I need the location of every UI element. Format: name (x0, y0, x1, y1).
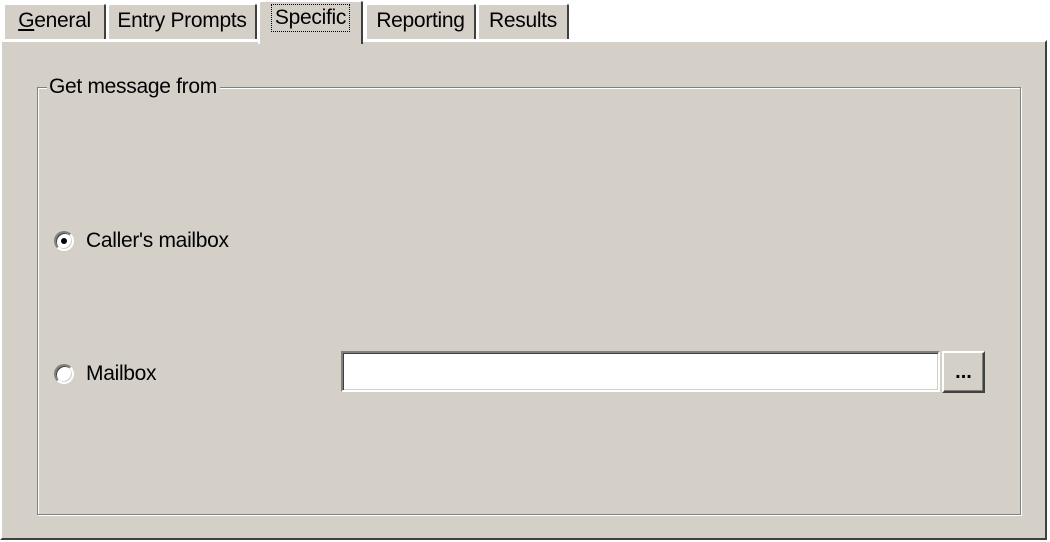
dialog: General Entry Prompts Specific Reporting… (0, 0, 1050, 542)
tab-general[interactable]: General (3, 3, 106, 39)
radio-dot-icon (61, 238, 67, 244)
tab-results[interactable]: Results (477, 3, 569, 39)
mailbox-input[interactable] (341, 351, 940, 392)
tab-specific[interactable]: Specific (258, 0, 363, 44)
radio-mailbox-label[interactable]: Mailbox (86, 362, 157, 386)
group-title: Get message from (47, 75, 220, 99)
radio-mailbox[interactable]: Mailbox (54, 362, 157, 386)
tab-general-mnemonic: G (18, 9, 35, 32)
browse-button[interactable]: ... (942, 351, 985, 393)
tab-specific-label: Specific (270, 4, 351, 32)
tab-entry-prompts-label: Entry Prompts (117, 9, 247, 32)
radio-button-unchecked[interactable] (54, 364, 74, 384)
tab-entry-prompts[interactable]: Entry Prompts (107, 3, 257, 39)
radio-button-checked[interactable] (54, 231, 74, 251)
tab-reporting-label: Reporting (376, 9, 465, 32)
tab-reporting[interactable]: Reporting (365, 3, 476, 39)
tab-general-label: eneral (34, 9, 91, 32)
tab-results-label: Results (489, 9, 557, 32)
get-message-from-group (37, 87, 1021, 515)
radio-callers-mailbox[interactable]: Caller's mailbox (54, 229, 229, 253)
radio-callers-mailbox-label[interactable]: Caller's mailbox (86, 229, 229, 253)
